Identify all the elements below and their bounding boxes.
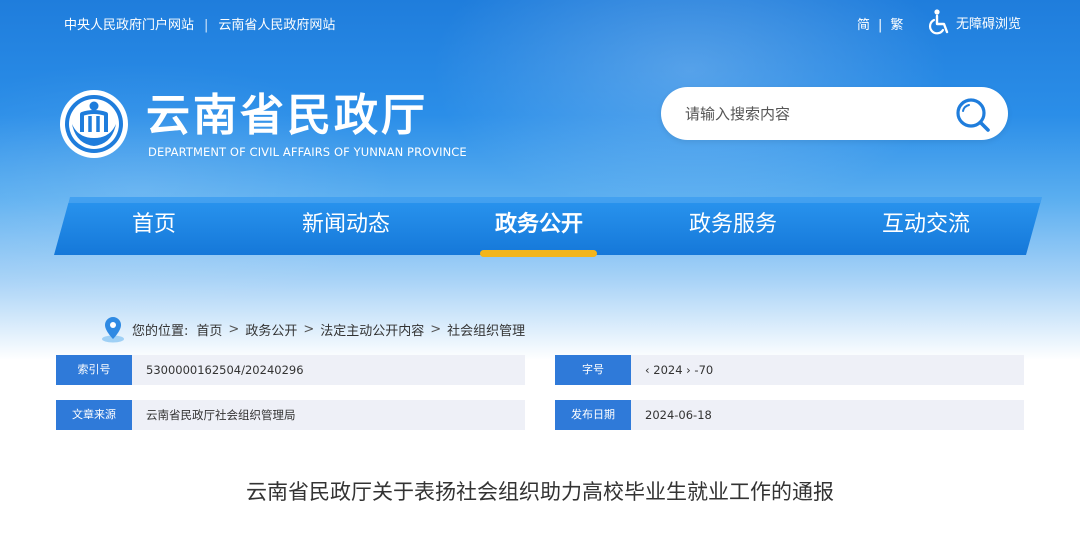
nav-interaction[interactable]: 互动交流	[836, 197, 1016, 255]
meta-value: 5300000162504/20240296	[132, 355, 525, 385]
language-switch: 简 | 繁	[857, 14, 903, 33]
link-yunnan-gov[interactable]: 云南省人民政府网站	[218, 14, 335, 33]
meta-label: 字号	[555, 355, 631, 385]
nav-services[interactable]: 政务服务	[643, 197, 823, 255]
meta-source: 文章来源 云南省民政厅社会组织管理局	[56, 400, 525, 430]
nav-active-indicator	[480, 250, 597, 257]
meta-label: 索引号	[56, 355, 132, 385]
meta-label: 发布日期	[555, 400, 631, 430]
breadcrumb-statutory-content[interactable]: 法定主动公开内容	[320, 320, 424, 339]
breadcrumb-social-org[interactable]: 社会组织管理	[447, 320, 525, 339]
search-input[interactable]	[683, 101, 937, 127]
nav-government-affairs[interactable]: 政务公开	[449, 197, 629, 255]
breadcrumb-home[interactable]: 首页	[196, 320, 222, 339]
accessibility-label: 无障碍浏览	[956, 16, 1022, 32]
search-icon[interactable]	[953, 95, 993, 135]
breadcrumb-prefix: 您的位置:	[132, 323, 189, 339]
top-links: 中央人民政府门户网站 | 云南省人民政府网站	[64, 14, 335, 33]
nav-home[interactable]: 首页	[64, 197, 244, 255]
ministry-emblem-icon	[60, 90, 128, 158]
header-banner	[0, 0, 1080, 360]
location-pin-icon	[102, 317, 124, 343]
article-title: 云南省民政厅关于表扬社会组织助力高校毕业生就业工作的通报	[246, 480, 834, 504]
breadcrumb-separator: >	[303, 321, 315, 337]
accessibility-link[interactable]: 无障碍浏览	[928, 8, 1021, 36]
meta-label: 文章来源	[56, 400, 132, 430]
meta-doc-no: 字号 ‹ 2024 › -70	[555, 355, 1024, 385]
meta-value: 2024-06-18	[631, 400, 1024, 430]
lang-separator: |	[878, 18, 883, 33]
breadcrumb-separator: >	[228, 321, 240, 337]
meta-date: 发布日期 2024-06-18	[555, 400, 1024, 430]
top-links-separator: |	[204, 18, 209, 33]
lang-traditional[interactable]: 繁	[890, 18, 903, 33]
link-central-gov[interactable]: 中央人民政府门户网站	[64, 14, 194, 33]
site-subtitle: DEPARTMENT OF CIVIL AFFAIRS OF YUNNAN PR…	[148, 145, 467, 159]
breadcrumb-separator: >	[430, 321, 442, 337]
breadcrumb: 您的位置: 首页 > 政务公开 > 法定主动公开内容 > 社会组织管理	[98, 316, 525, 343]
meta-index-no: 索引号 5300000162504/20240296	[56, 355, 525, 385]
main-nav: 首页 新闻动态 政务公开 政务服务 互动交流	[54, 197, 1042, 257]
breadcrumb-government-affairs[interactable]: 政务公开	[245, 320, 297, 339]
nav-news[interactable]: 新闻动态	[256, 197, 436, 255]
meta-value: 云南省民政厅社会组织管理局	[132, 400, 525, 430]
wheelchair-icon	[929, 9, 949, 35]
meta-value: ‹ 2024 › -70	[631, 355, 1024, 385]
search-box	[661, 87, 1008, 140]
site-title: 云南省民政厅	[146, 90, 428, 141]
lang-simplified[interactable]: 简	[857, 18, 870, 33]
